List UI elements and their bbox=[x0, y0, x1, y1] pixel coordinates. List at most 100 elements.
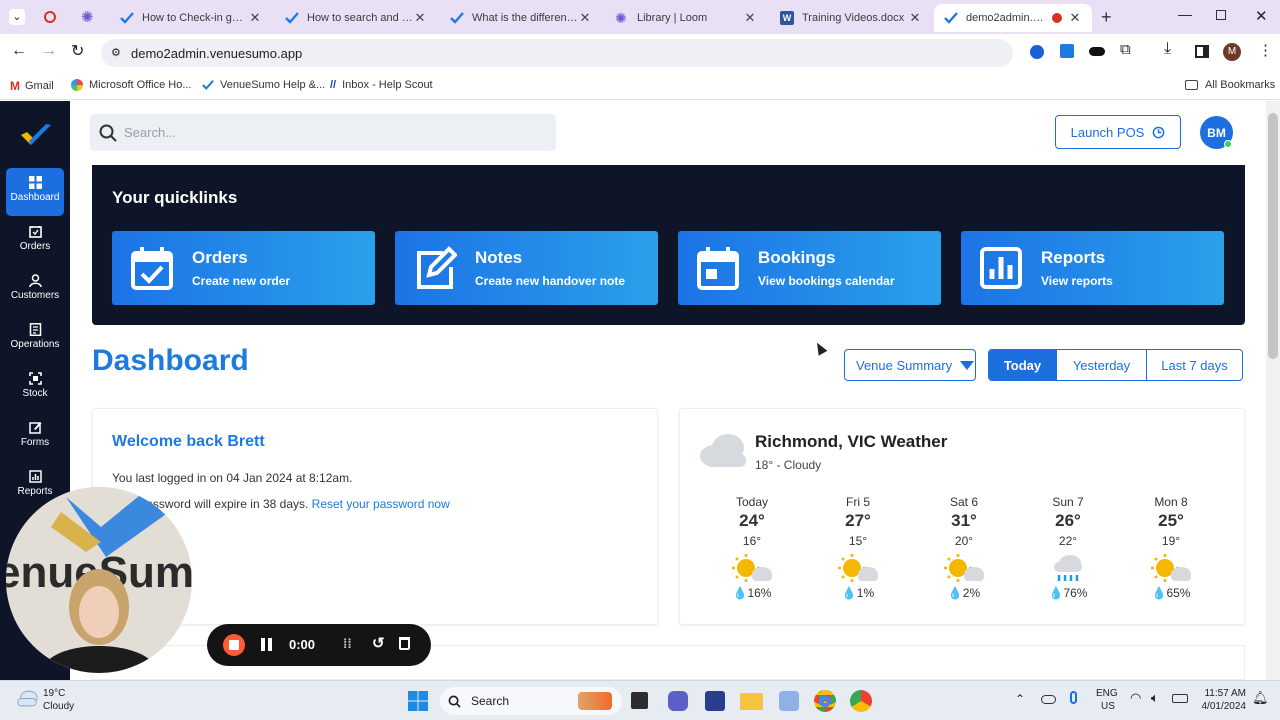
range-yesterday-button[interactable]: Yesterday bbox=[1056, 350, 1146, 380]
browser-tab-5[interactable]: W Training Videos.docx ✕ bbox=[770, 4, 932, 32]
bookmark-office[interactable]: Microsoft Office Ho... bbox=[71, 79, 192, 91]
pinned-recording-icon[interactable] bbox=[44, 11, 56, 23]
sidebar-item-orders[interactable]: Orders bbox=[6, 217, 64, 265]
volume-icon[interactable]: 🔈︎ bbox=[1151, 690, 1159, 706]
close-icon[interactable]: ✕ bbox=[248, 10, 262, 26]
task-view-icon[interactable] bbox=[631, 692, 648, 709]
restart-icon[interactable]: ↺ bbox=[372, 634, 385, 652]
extension-toggle-icon[interactable] bbox=[1089, 47, 1105, 56]
quicklink-title: Bookings bbox=[758, 248, 836, 267]
venuesumo-icon bbox=[285, 12, 299, 24]
sidebar-item-customers[interactable]: Customers bbox=[6, 266, 64, 314]
microphone-icon[interactable] bbox=[1070, 691, 1077, 704]
profile-avatar[interactable]: M bbox=[1223, 43, 1241, 61]
forecast-day: Sun 7 26° 22° 💧76% bbox=[1028, 495, 1108, 600]
back-icon[interactable]: ← bbox=[11, 42, 27, 60]
forms-icon bbox=[28, 422, 41, 434]
pinned-gear-icon[interactable]: ✺ bbox=[81, 8, 94, 26]
sidebar-item-dashboard[interactable]: Dashboard bbox=[6, 168, 64, 216]
bookmark-venuesumo-help[interactable]: VenueSumo Help &... bbox=[202, 79, 325, 91]
stop-icon bbox=[229, 640, 239, 650]
language-code[interactable]: ENG bbox=[1096, 688, 1118, 699]
browser-tab-2[interactable]: How to search and adju ✕ bbox=[275, 4, 437, 32]
browser-menu-icon[interactable]: ⋮ bbox=[1258, 41, 1273, 59]
close-icon[interactable]: ✕ bbox=[578, 10, 592, 26]
venuesumo-icon bbox=[120, 12, 134, 24]
extension-1password-icon[interactable] bbox=[1030, 45, 1044, 59]
bookmark-help-scout[interactable]: // Inbox - Help Scout bbox=[330, 79, 433, 91]
window-close-icon[interactable]: ✕ bbox=[1255, 7, 1268, 25]
close-icon[interactable]: ✕ bbox=[908, 10, 922, 26]
restore-icon[interactable] bbox=[1216, 10, 1226, 20]
extensions-puzzle-icon[interactable]: ⧉ bbox=[1120, 41, 1131, 58]
recording-timer: 0:00 bbox=[289, 637, 316, 652]
customers-icon bbox=[28, 274, 42, 287]
grip-icon[interactable]: ⁞⁞ bbox=[343, 636, 352, 651]
venuesumo-logo[interactable] bbox=[19, 123, 53, 149]
close-icon[interactable]: ✕ bbox=[1068, 10, 1082, 26]
browser-tab-1[interactable]: How to Check-in guest ✕ bbox=[110, 4, 272, 32]
sidebar-item-stock[interactable]: Stock bbox=[6, 364, 64, 412]
webcam-bubble[interactable]: enueSum bbox=[6, 487, 192, 673]
forecast-high: 24° bbox=[739, 511, 765, 530]
user-avatar[interactable]: BM bbox=[1200, 116, 1233, 149]
site-info-icon[interactable]: ⚙ bbox=[111, 47, 123, 59]
browser-tab-4[interactable]: ✺ Library | Loom ✕ bbox=[605, 4, 767, 32]
onedrive-icon[interactable] bbox=[1041, 695, 1056, 704]
taskbar-search[interactable]: Search bbox=[440, 687, 622, 715]
sidebar-item-operations[interactable]: Operations bbox=[6, 315, 64, 363]
browser-tab-3[interactable]: What is the difference b ✕ bbox=[440, 4, 602, 32]
windows-start-icon[interactable] bbox=[408, 691, 428, 711]
bookmark-label: Inbox - Help Scout bbox=[342, 79, 433, 91]
downloads-icon[interactable]: ⤓ bbox=[1164, 40, 1171, 58]
pause-icon[interactable] bbox=[261, 638, 265, 651]
last-login-text: You last logged in on 04 Jan 2024 at 8:1… bbox=[112, 471, 353, 485]
extension-download-icon[interactable] bbox=[1060, 44, 1074, 58]
visual-studio-icon[interactable] bbox=[705, 691, 725, 711]
reload-icon[interactable]: ↻ bbox=[71, 41, 84, 61]
launch-pos-button[interactable]: Launch POS bbox=[1055, 115, 1181, 149]
close-icon[interactable]: ✕ bbox=[743, 10, 757, 26]
scrollbar-thumb[interactable] bbox=[1268, 113, 1278, 359]
close-icon[interactable]: ✕ bbox=[413, 10, 427, 26]
sidebar-item-forms[interactable]: Forms bbox=[6, 413, 64, 461]
stop-recording-button[interactable] bbox=[223, 634, 245, 656]
quicklink-orders[interactable]: Orders Create new order bbox=[112, 231, 375, 305]
tab-search-chevron-icon[interactable]: ⌄ bbox=[9, 9, 25, 25]
address-bar[interactable]: ⚙ demo2admin.venuesumo.app bbox=[101, 39, 1013, 67]
new-tab-icon[interactable]: + bbox=[1101, 7, 1112, 28]
tray-chevron-icon[interactable]: ⌃ bbox=[1015, 692, 1025, 706]
loom-icon: ✺ bbox=[615, 10, 627, 26]
range-last7-button[interactable]: Last 7 days bbox=[1146, 350, 1242, 380]
office-icon bbox=[71, 79, 83, 91]
chrome-profile-icon[interactable] bbox=[814, 690, 836, 712]
quicklink-bookings[interactable]: Bookings View bookings calendar bbox=[678, 231, 941, 305]
range-today-button[interactable]: Today bbox=[989, 350, 1056, 380]
side-panel-icon[interactable] bbox=[1195, 45, 1209, 58]
sidebar-item-label: Customers bbox=[10, 290, 60, 301]
chrome-icon[interactable] bbox=[850, 690, 872, 712]
all-bookmarks[interactable]: All Bookmarks bbox=[1185, 79, 1275, 91]
teams-icon[interactable] bbox=[668, 691, 688, 711]
search-input[interactable]: Search... bbox=[90, 114, 556, 151]
venue-select-label: Venue Summary bbox=[856, 357, 953, 373]
wifi-icon[interactable]: ◠ bbox=[1130, 690, 1141, 706]
bookmark-gmail[interactable]: M Gmail bbox=[10, 79, 54, 93]
taskbar-weather-temp[interactable]: 19°C bbox=[43, 688, 65, 699]
snipping-tool-icon[interactable] bbox=[779, 691, 799, 711]
quicklink-reports[interactable]: Reports View reports bbox=[961, 231, 1224, 305]
venue-summary-select[interactable]: Venue Summary bbox=[844, 349, 976, 381]
partly-sunny-icon bbox=[838, 554, 878, 582]
reset-password-link[interactable]: Reset your password now bbox=[312, 497, 450, 511]
clock-date: 4/01/2024 bbox=[1201, 701, 1247, 712]
file-explorer-icon[interactable] bbox=[740, 693, 763, 710]
battery-icon[interactable] bbox=[1172, 694, 1188, 703]
forecast-day-label: Sat 6 bbox=[949, 495, 979, 509]
trash-icon[interactable] bbox=[399, 637, 410, 650]
quicklink-notes[interactable]: Notes Create new handover note bbox=[395, 231, 658, 305]
notification-bell-icon[interactable]: 🔔︎ bbox=[1252, 690, 1269, 706]
clock-time[interactable]: 11:57 AM bbox=[1200, 688, 1246, 699]
browser-tab-6-active[interactable]: demo2admin.venue ✕ bbox=[934, 4, 1092, 32]
forward-icon[interactable]: → bbox=[41, 42, 57, 60]
minimize-icon[interactable]: — bbox=[1178, 6, 1192, 22]
